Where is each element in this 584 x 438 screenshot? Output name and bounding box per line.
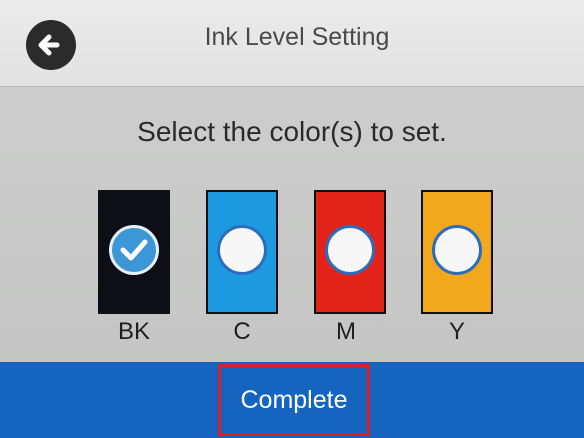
page-title: Ink Level Setting <box>204 23 390 51</box>
ink-label-y: Y <box>448 318 465 345</box>
ink-tile-bk[interactable] <box>98 190 170 314</box>
header-bar: Ink Level Setting <box>0 0 584 87</box>
ink-label-c: C <box>233 318 251 345</box>
ink-tile-y[interactable] <box>421 190 493 314</box>
unchecked-circle-icon <box>217 225 267 275</box>
ink-tile-c[interactable] <box>206 190 278 314</box>
ink-label-bk: BK <box>117 318 150 345</box>
ink-level-setting-screen: Ink Level Setting Select the color(s) to… <box>0 0 584 438</box>
instruction-text: Select the color(s) to set. <box>137 116 447 147</box>
ink-tile-m[interactable] <box>314 190 386 314</box>
ink-label-m: M <box>336 318 356 345</box>
unchecked-circle-icon <box>432 225 482 275</box>
complete-button[interactable]: Complete <box>218 364 370 436</box>
unchecked-circle-icon <box>325 225 375 275</box>
checkmark-icon <box>109 225 159 275</box>
